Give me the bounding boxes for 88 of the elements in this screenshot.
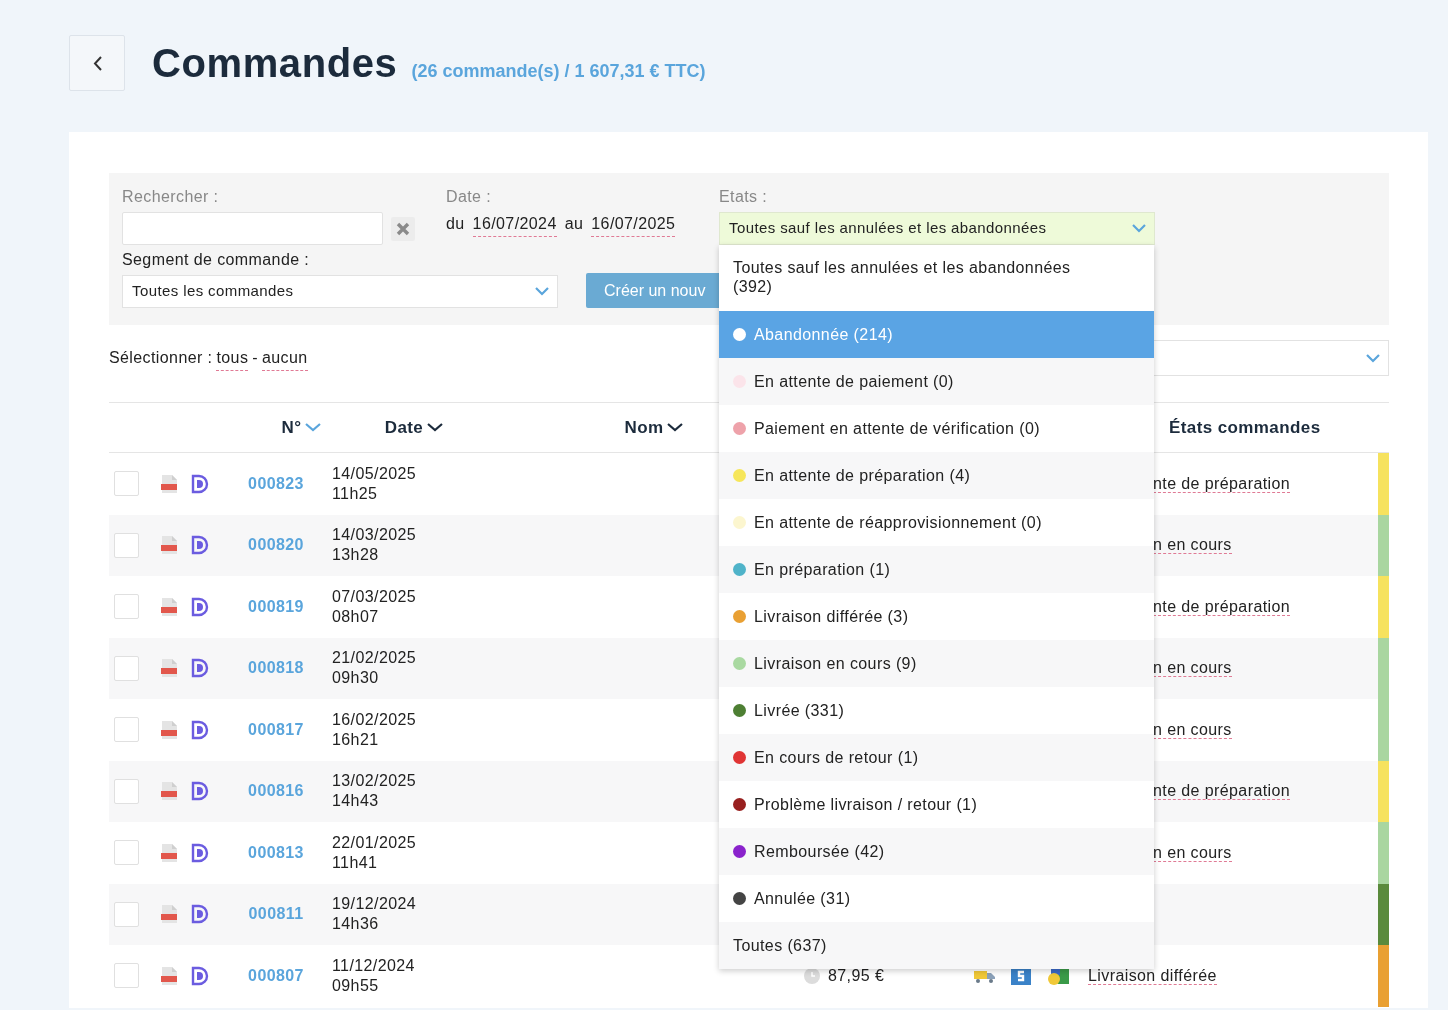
logo-icon: [190, 719, 210, 740]
order-state-link[interactable]: nte de préparation: [1153, 474, 1291, 493]
page-title: Commandes: [152, 40, 398, 87]
pdf-icon: [160, 842, 178, 863]
dropdown-option[interactable]: Paiement en attente de vérification (0): [719, 405, 1154, 452]
order-summary: (26 commande(s) / 1 607,31 € TTC): [411, 60, 706, 83]
dropdown-option[interactable]: En attente de paiement (0): [719, 358, 1154, 405]
logo-icon: [190, 842, 210, 863]
order-state-link[interactable]: n en cours: [1153, 720, 1232, 739]
separator: -: [252, 347, 258, 368]
states-label: Etats :: [719, 187, 769, 207]
order-state-link[interactable]: n en cours: [1153, 659, 1232, 678]
truck-icon: [974, 968, 995, 983]
order-date: 13/02/2025 14h43: [332, 771, 418, 812]
date-label: Date :: [446, 187, 493, 207]
select-label: Sélectionner :: [109, 347, 213, 368]
row-checkbox[interactable]: [114, 840, 139, 866]
dropdown-option[interactable]: Remboursée (42): [719, 828, 1154, 875]
back-button[interactable]: [69, 35, 125, 91]
dropdown-option[interactable]: Problème livraison / retour (1): [719, 781, 1154, 828]
pdf-icon: [160, 781, 178, 802]
order-state-link[interactable]: n en cours: [1153, 536, 1232, 555]
order-date: 14/03/2025 13h28: [332, 525, 418, 566]
close-icon: [396, 221, 410, 236]
pdf-icon: [160, 658, 178, 679]
dropdown-option[interactable]: En attente de réapprovisionnement (0): [719, 499, 1154, 546]
order-date: 07/03/2025 08h07: [332, 586, 418, 627]
row-checkbox[interactable]: [114, 901, 139, 927]
column-header[interactable]: États commandes: [1169, 414, 1321, 441]
chevron-down-icon: [535, 287, 549, 296]
logo-icon: [190, 904, 210, 925]
dropdown-option[interactable]: Livraison en cours (9): [719, 640, 1154, 687]
date-from-label: du: [446, 214, 465, 234]
order-state-link[interactable]: n en cours: [1153, 843, 1232, 862]
dropdown-option[interactable]: En cours de retour (1): [719, 734, 1154, 781]
dropdown-option[interactable]: Annulée (31): [719, 875, 1154, 922]
logo-icon: [190, 781, 210, 802]
logo-icon: [190, 535, 210, 556]
row-checkbox[interactable]: [114, 717, 139, 743]
select-all-link[interactable]: tous: [216, 345, 249, 371]
chevron-down-icon: [1132, 224, 1146, 233]
order-date: 22/01/2025 11h41: [332, 832, 418, 873]
order-state-link[interactable]: nte de préparation: [1153, 597, 1291, 616]
row-checkbox[interactable]: [114, 655, 139, 681]
row-checkbox[interactable]: [114, 532, 139, 558]
row-checkbox[interactable]: [114, 471, 139, 497]
chevron-left-icon: [92, 55, 102, 71]
date-to-label: au: [564, 214, 584, 234]
logo-icon: [190, 658, 210, 679]
pdf-icon: [160, 473, 178, 494]
dropdown-option[interactable]: Toutes (637): [719, 922, 1154, 969]
order-date: 11/12/2024 09h55: [332, 955, 416, 996]
segment-select[interactable]: Toutes les commandes: [122, 275, 558, 308]
logo-icon: [190, 596, 210, 617]
pdf-icon: [160, 535, 178, 556]
order-date: 21/02/2025 09h30: [332, 648, 418, 689]
dropdown-option[interactable]: En attente de préparation (4): [719, 452, 1154, 499]
pdf-icon: [160, 719, 178, 740]
column-header[interactable]: Date: [384, 414, 424, 441]
row-checkbox[interactable]: [114, 963, 139, 989]
column-header[interactable]: N°: [281, 414, 302, 441]
pdf-icon: [160, 596, 178, 617]
pdf-icon: [160, 965, 178, 986]
logo-icon: [190, 965, 210, 986]
order-state-link[interactable]: nte de préparation: [1153, 782, 1291, 801]
date-link[interactable]: 16/07/2025: [591, 212, 676, 237]
order-date: 14/05/2025 11h25: [332, 463, 418, 504]
row-checkbox[interactable]: [114, 778, 139, 804]
dropdown-option[interactable]: Livrée (331): [719, 687, 1154, 734]
order-date: 19/12/2024 14h36: [332, 894, 418, 935]
search-label: Rechercher :: [122, 187, 220, 207]
column-header[interactable]: Nom: [624, 414, 664, 441]
clear-button[interactable]: [391, 216, 415, 241]
chevron-down-icon: [1366, 353, 1380, 363]
filter-select[interactable]: [1153, 340, 1389, 376]
search-field[interactable]: [122, 212, 383, 245]
select-none-link[interactable]: aucun: [262, 345, 308, 371]
order-date: 16/02/2025 16h21: [332, 709, 418, 750]
states-select[interactable]: Toutes sauf les annulées et les abandonnées: [719, 212, 1155, 245]
dropdown-option[interactable]: Livraison différée (3): [719, 593, 1154, 640]
segment-label: Segment de commande :: [122, 250, 311, 270]
order-state-link[interactable]: Livraison différée: [1088, 966, 1217, 985]
dropdown-option[interactable]: En préparation (1): [719, 546, 1154, 593]
clock-icon: [804, 967, 820, 984]
pdf-icon: [160, 904, 178, 925]
row-checkbox[interactable]: [114, 594, 139, 620]
logo-icon: [190, 473, 210, 494]
date-link[interactable]: 16/07/2024: [472, 212, 557, 237]
